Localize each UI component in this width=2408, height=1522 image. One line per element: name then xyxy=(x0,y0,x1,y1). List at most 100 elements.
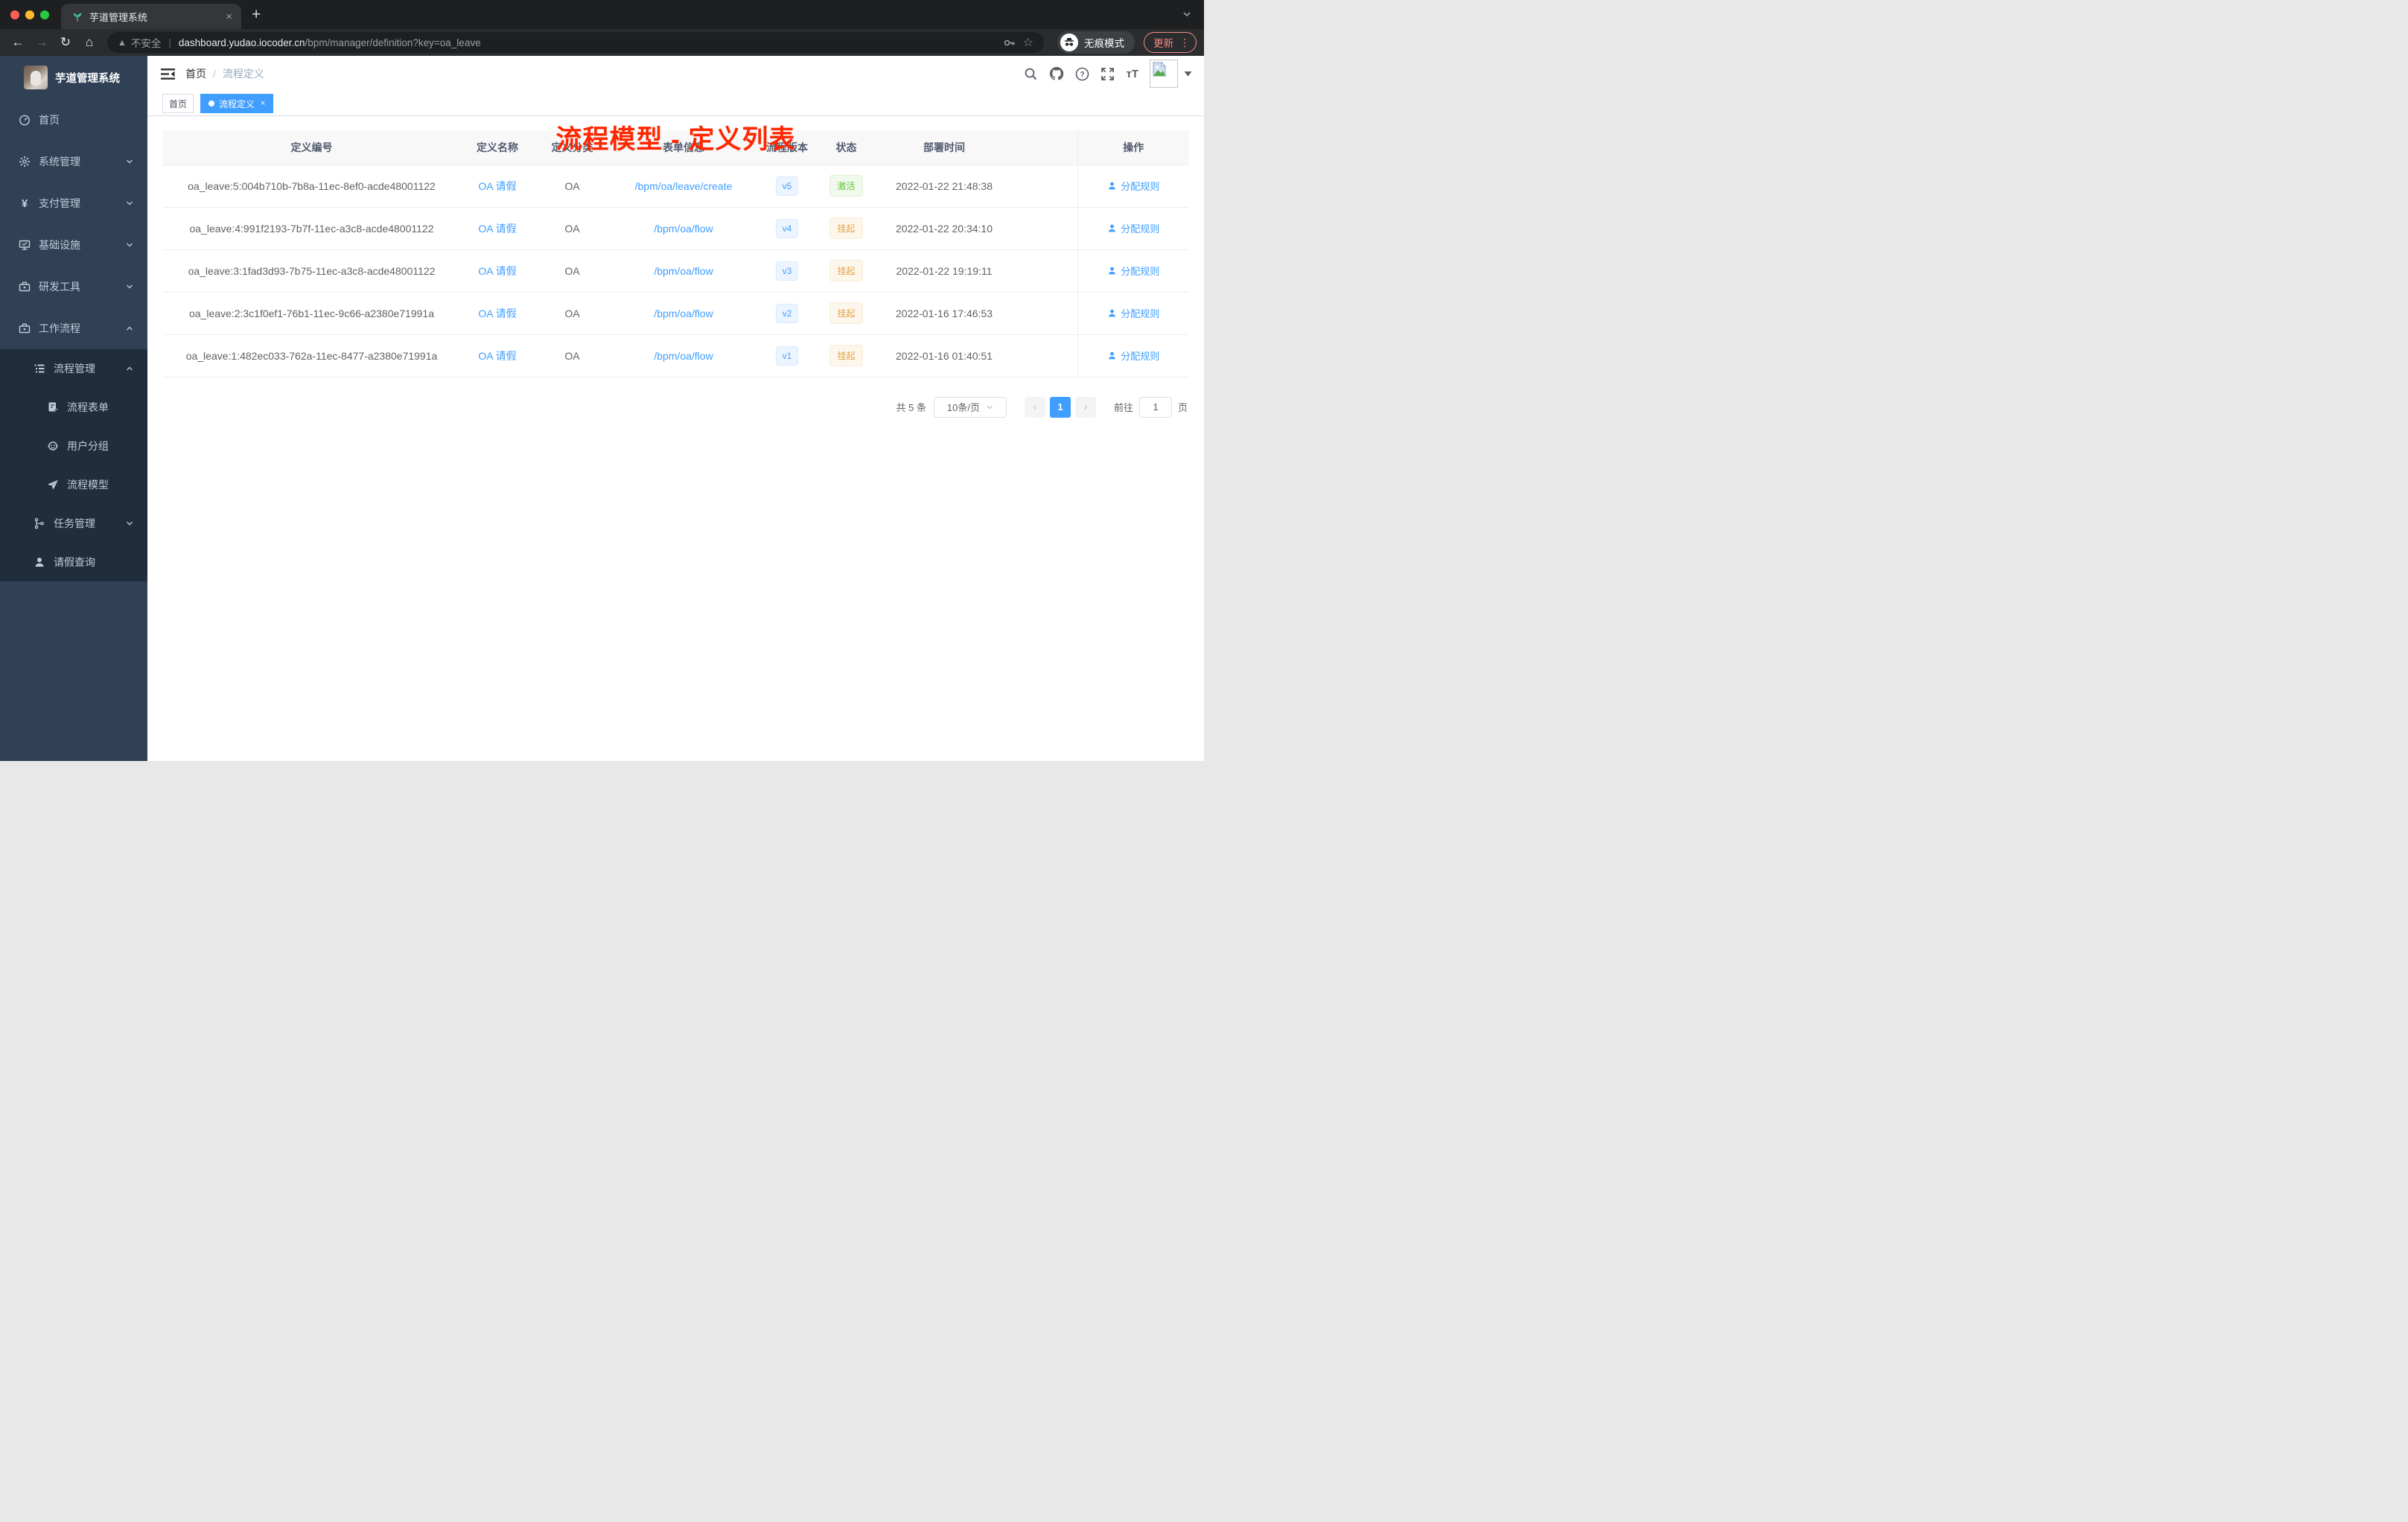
assign-rule-link[interactable]: 分配规则 xyxy=(1107,179,1159,193)
goto-page-input[interactable] xyxy=(1138,396,1172,418)
table-row: oa_leave:5:004b710b-7b8a-11ec-8ef0-acde4… xyxy=(162,165,1189,208)
definition-name-link[interactable]: OA 请假 xyxy=(478,180,516,192)
definition-name-link[interactable]: OA 请假 xyxy=(478,265,516,277)
cell-category: OA xyxy=(534,165,611,208)
avatar-broken-image[interactable] xyxy=(1150,60,1178,88)
status-badge: 挂起 xyxy=(829,260,863,281)
sidebar-item-task-management[interactable]: 任务管理 xyxy=(0,504,147,543)
definition-name-link[interactable]: OA 请假 xyxy=(478,350,516,362)
reload-button[interactable]: ↻ xyxy=(55,32,76,53)
version-tag: v4 xyxy=(776,218,798,238)
definition-name-link[interactable]: OA 请假 xyxy=(478,308,516,319)
forward-button[interactable]: → xyxy=(31,32,52,53)
bookmark-star-icon[interactable]: ☆ xyxy=(1023,35,1033,50)
sidebar-collapse-icon[interactable] xyxy=(161,68,175,80)
definition-name-link[interactable]: OA 请假 xyxy=(478,223,516,235)
incognito-label: 无痕模式 xyxy=(1084,38,1124,49)
sidebar-item-infra[interactable]: 基础设施 xyxy=(0,224,147,266)
browser-menu-dots-icon[interactable]: ⋮ xyxy=(1179,36,1190,49)
tab-close-icon[interactable]: × xyxy=(224,10,234,23)
search-icon[interactable] xyxy=(1024,67,1038,81)
form-info-link[interactable]: /bpm/oa/flow xyxy=(654,265,713,277)
sidebar-item-home[interactable]: 首页 xyxy=(0,99,147,141)
sidebar-item-devtools[interactable]: 研发工具 xyxy=(0,266,147,308)
page-number-1[interactable]: 1 xyxy=(1049,396,1071,418)
assign-rule-link[interactable]: 分配规则 xyxy=(1107,348,1159,363)
page-annotation-title: 流程模型 - 定义列表 xyxy=(555,125,796,154)
sidebar-item-user-group[interactable]: 用户分组 xyxy=(0,427,147,465)
main-area: 首页 / 流程定义 流程模型 - 定义列表 ? ᴛT 首页 流程定义 × 定义编… xyxy=(147,56,1204,761)
chrome-update-button[interactable]: 更新 ⋮ xyxy=(1144,32,1197,53)
address-bar[interactable]: ▲ 不安全 | dashboard.yudao.iocoder.cn/bpm/m… xyxy=(107,32,1044,53)
github-icon[interactable] xyxy=(1049,66,1064,81)
tab-search-chevron-icon[interactable] xyxy=(1182,9,1192,19)
status-badge: 挂起 xyxy=(829,345,863,366)
assign-rule-link[interactable]: 分配规则 xyxy=(1107,306,1159,320)
active-tag-dot xyxy=(208,101,215,106)
cell-definition-id: oa_leave:1:482ec033-762a-11ec-8477-a2380… xyxy=(162,334,461,378)
next-page-button[interactable]: › xyxy=(1074,396,1096,418)
chevron-down-icon xyxy=(125,282,134,291)
sidebar-item-process-model[interactable]: 流程模型 xyxy=(0,465,147,504)
incognito-icon xyxy=(1060,34,1078,51)
new-tab-button[interactable]: + xyxy=(252,6,261,24)
window-minimize-button[interactable] xyxy=(25,10,34,19)
table-row: oa_leave:2:3c1f0ef1-76b1-11ec-9c66-a2380… xyxy=(162,292,1189,335)
col-filler xyxy=(1013,130,1077,165)
app-title: 芋道管理系统 xyxy=(55,72,120,85)
help-icon[interactable]: ? xyxy=(1075,67,1089,81)
sidebar-item-leave-query[interactable]: 请假查询 xyxy=(0,543,147,582)
tag-home[interactable]: 首页 xyxy=(162,94,194,113)
security-label[interactable]: 不安全 xyxy=(131,35,162,50)
monitor-icon xyxy=(19,239,31,251)
cell-definition-id: oa_leave:5:004b710b-7b8a-11ec-8ef0-acde4… xyxy=(162,165,461,208)
table-row: oa_leave:3:1fad3d93-7b75-11ec-a3c8-acde4… xyxy=(162,249,1189,293)
browser-tab[interactable]: 芋道管理系统 × xyxy=(61,4,241,29)
caret-down-icon[interactable] xyxy=(1184,71,1192,77)
paper-plane-icon xyxy=(47,479,59,491)
gear-icon xyxy=(19,156,31,168)
password-key-icon[interactable] xyxy=(1003,36,1016,49)
sidebar-item-payment[interactable]: ¥ 支付管理 xyxy=(0,182,147,224)
sidebar-item-process-form[interactable]: 流程表单 xyxy=(0,388,147,427)
window-controls[interactable] xyxy=(0,10,61,19)
sidebar-item-workflow[interactable]: 工作流程 xyxy=(0,308,147,349)
window-zoom-button[interactable] xyxy=(40,10,49,19)
home-button[interactable]: ⌂ xyxy=(79,32,100,53)
assign-rule-link[interactable]: 分配规则 xyxy=(1107,264,1159,278)
font-size-icon[interactable]: ᴛT xyxy=(1126,68,1138,80)
form-info-link[interactable]: /bpm/oa/leave/create xyxy=(635,180,733,192)
update-label[interactable]: 更新 xyxy=(1153,35,1173,50)
prev-page-button[interactable]: ‹ xyxy=(1024,396,1045,418)
breadcrumb-home[interactable]: 首页 xyxy=(185,66,206,81)
url-path: /bpm/manager/definition?key=oa_leave xyxy=(305,36,481,48)
form-info-link[interactable]: /bpm/oa/flow xyxy=(654,308,713,319)
tags-view-bar: 首页 流程定义 × xyxy=(147,92,1204,116)
assign-rule-link[interactable]: 分配规则 xyxy=(1107,221,1159,235)
cell-definition-id: oa_leave:2:3c1f0ef1-76b1-11ec-9c66-a2380… xyxy=(162,292,461,335)
form-info-link[interactable]: /bpm/oa/flow xyxy=(654,350,713,362)
fullscreen-icon[interactable] xyxy=(1101,67,1115,81)
chevron-down-icon xyxy=(125,199,134,208)
page-content: 定义编号 定义名称 定义分类 表单信息 流程版本 状态 部署时间 操作 oa_l… xyxy=(147,116,1204,761)
sidebar-item-system[interactable]: 系统管理 xyxy=(0,141,147,182)
user-avatar-dropdown[interactable] xyxy=(1150,60,1192,88)
sidebar-logo[interactable]: 芋道管理系统 xyxy=(0,56,147,99)
tag-process-definition[interactable]: 流程定义 × xyxy=(200,94,274,113)
back-button[interactable]: ← xyxy=(7,32,28,53)
col-definition-id: 定义编号 xyxy=(162,130,461,165)
version-tag: v5 xyxy=(776,176,798,196)
sidebar-item-process-management[interactable]: 流程管理 xyxy=(0,349,147,388)
toolbox-icon xyxy=(19,281,31,293)
breadcrumb: 首页 / 流程定义 xyxy=(185,66,264,81)
tag-close-icon[interactable]: × xyxy=(261,99,265,108)
col-status: 状态 xyxy=(818,130,875,165)
version-tag: v2 xyxy=(776,303,798,323)
col-definition-name: 定义名称 xyxy=(461,130,534,165)
cell-deploy-time: 2022-01-22 19:19:11 xyxy=(875,249,1013,293)
cell-definition-id: oa_leave:4:991f2193-7b7f-11ec-a3c8-acde4… xyxy=(162,207,461,250)
window-close-button[interactable] xyxy=(10,10,19,19)
form-info-link[interactable]: /bpm/oa/flow xyxy=(654,223,713,235)
page-size-select[interactable]: 10条/页 xyxy=(933,396,1007,418)
cell-category: OA xyxy=(534,249,611,293)
